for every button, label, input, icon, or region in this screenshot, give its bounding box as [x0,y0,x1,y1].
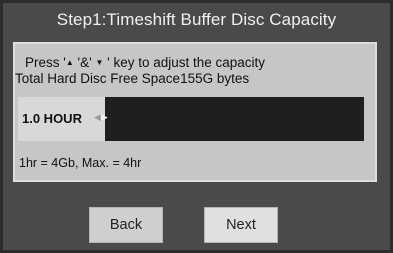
free-space-text: Total Hard Disc Free Space155G bytes [15,71,250,86]
capacity-note: 1hr = 4Gb, Max. = 4hr [19,156,142,170]
instruction-prefix: Press ' [25,55,66,70]
timeshift-setup-screen: Step1:Timeshift Buffer Disc Capacity Pre… [0,0,393,253]
increase-arrow-icon[interactable]: ▶ [101,112,108,122]
instruction-suffix: ' key to adjust the capacity [103,55,266,70]
page-title: Step1:Timeshift Buffer Disc Capacity [56,10,337,29]
decrease-arrow-icon[interactable]: ◀ [94,112,101,122]
up-arrow-icon: ▲ [65,58,74,67]
settings-panel: Press '▲ '&' ▼ ' key to adjust the capac… [13,42,377,182]
instruction-middle: '&' [73,55,96,70]
instruction-text: Press '▲ '&' ▼ ' key to adjust the capac… [25,55,265,70]
capacity-value: 1.0 HOUR [22,111,82,126]
capacity-arrows: ◀▶ [94,112,108,123]
capacity-slider[interactable]: 1.0 HOUR ◀▶ [18,97,364,141]
next-button[interactable]: Next [204,207,278,243]
back-button[interactable]: Back [89,207,163,243]
